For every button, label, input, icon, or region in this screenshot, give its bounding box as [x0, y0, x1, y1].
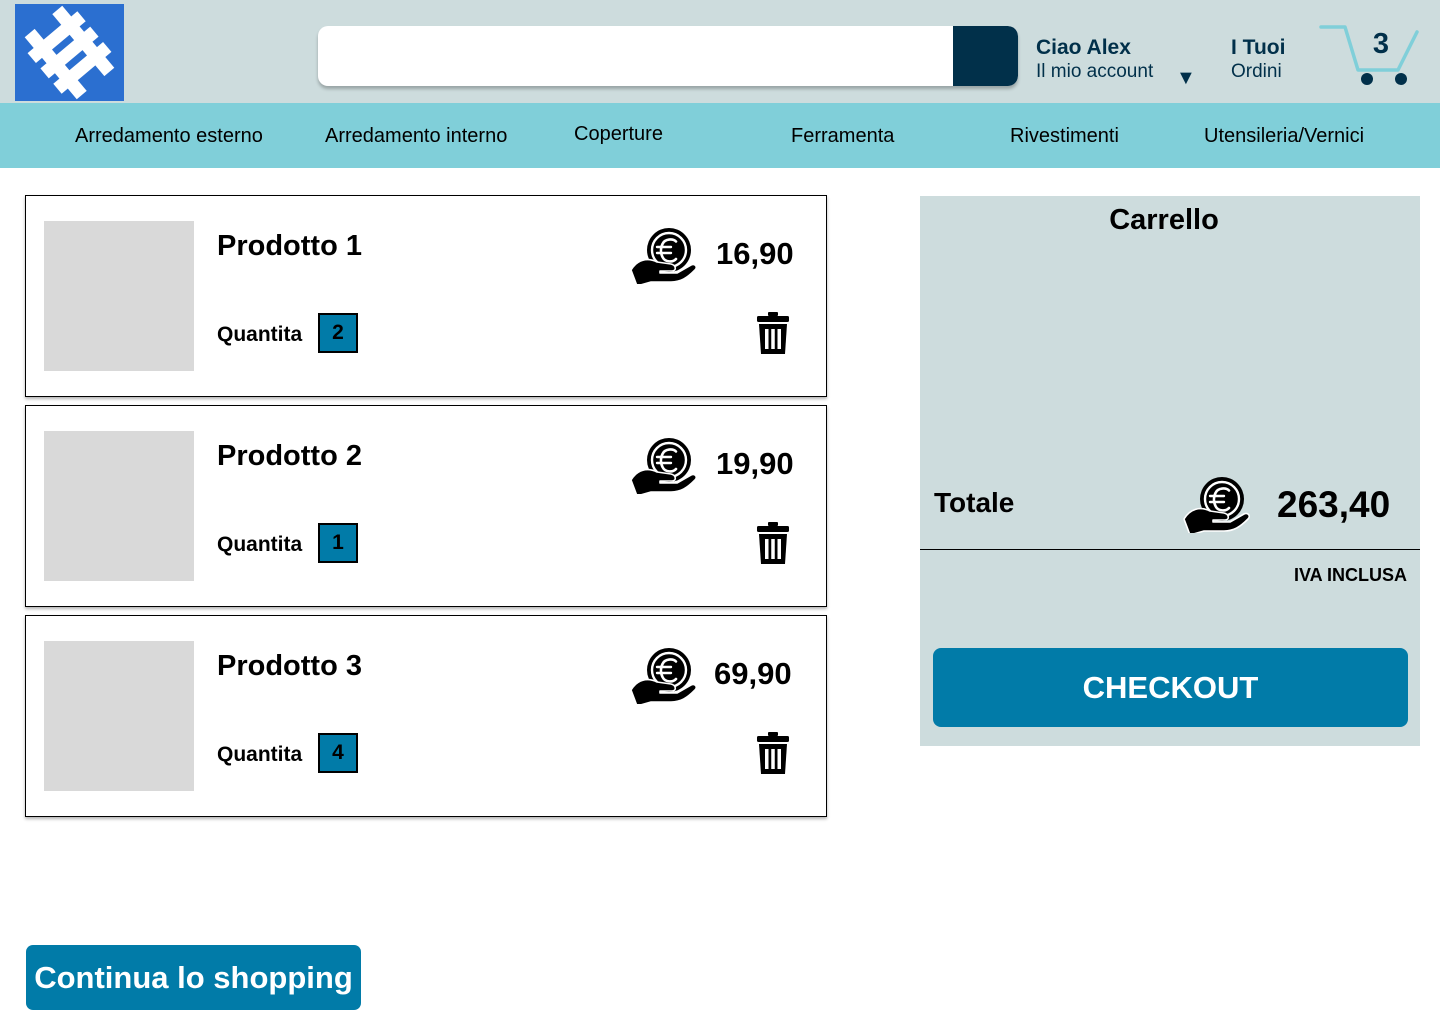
euro-hand-icon [629, 436, 699, 494]
total-value: 263,40 [1277, 484, 1391, 525]
account-menu[interactable]: Ciao Alex Il mio account ▼ [1036, 36, 1206, 89]
quantity-label: Quantita [217, 533, 303, 556]
cart-item-card: Prodotto 2 Quantita 1 19,90 [25, 405, 827, 607]
product-price: 69,90 [714, 656, 792, 691]
continue-shopping-button[interactable]: Continua lo shopping [26, 945, 361, 1010]
quantity-field[interactable]: 2 [318, 313, 358, 353]
orders-label-line1: I Tuoi [1231, 36, 1286, 59]
product-price: 19,90 [716, 446, 794, 481]
product-name[interactable]: Prodotto 2 [217, 440, 362, 473]
account-greeting: Ciao Alex [1036, 36, 1131, 59]
trash-icon[interactable] [756, 732, 790, 774]
search-input[interactable] [318, 26, 953, 86]
product-image-placeholder[interactable] [44, 221, 194, 371]
cart-summary-title: Carrello [1109, 204, 1219, 236]
nav-item-arredamento-interno[interactable]: Arredamento interno [325, 125, 507, 148]
product-name[interactable]: Prodotto 3 [217, 650, 362, 683]
nav-item-arredamento-esterno[interactable]: Arredamento esterno [75, 125, 263, 148]
brand-logo-icon[interactable] [15, 4, 124, 101]
nav-item-rivestimenti[interactable]: Rivestimenti [1010, 125, 1119, 148]
nav-item-utensileria-vernici[interactable]: Utensileria/Vernici [1204, 125, 1364, 148]
trash-icon[interactable] [756, 312, 790, 354]
total-label: Totale [934, 487, 1015, 518]
product-price: 16,90 [716, 236, 794, 271]
quantity-label: Quantita [217, 743, 303, 766]
product-image-placeholder[interactable] [44, 641, 194, 791]
euro-hand-icon [1182, 475, 1252, 533]
orders-label-line2: Ordini [1231, 61, 1282, 82]
cart-count-badge: 3 [1372, 28, 1390, 60]
trash-icon[interactable] [756, 522, 790, 564]
product-name[interactable]: Prodotto 1 [217, 230, 362, 263]
euro-hand-icon [629, 226, 699, 284]
vat-note: IVA INCLUSA [1293, 565, 1407, 585]
search-button[interactable] [953, 26, 1018, 86]
search-bar [318, 26, 1018, 86]
caret-down-icon[interactable]: ▼ [1176, 67, 1196, 90]
top-header: Ciao Alex Il mio account ▼ I Tuoi Ordini… [0, 0, 1440, 103]
quantity-label: Quantita [217, 323, 303, 346]
cart-item-card: Prodotto 3 Quantita 4 69,90 [25, 615, 827, 817]
quantity-field[interactable]: 4 [318, 733, 358, 773]
summary-divider [920, 549, 1420, 550]
nav-item-ferramenta[interactable]: Ferramenta [791, 125, 894, 148]
orders-link[interactable]: I Tuoi Ordini [1231, 36, 1311, 83]
cart-item-card: Prodotto 1 Quantita 2 16,90 [25, 195, 827, 397]
quantity-field[interactable]: 1 [318, 523, 358, 563]
cart-summary-panel: Carrello Totale 263,40 IVA INCLUSA CHECK… [920, 196, 1420, 746]
product-image-placeholder[interactable] [44, 431, 194, 581]
euro-hand-icon [629, 646, 699, 704]
nav-item-coperture[interactable]: Coperture [574, 123, 663, 146]
category-nav: Arredamento esterno Arredamento interno … [0, 103, 1440, 168]
checkout-button[interactable]: CHECKOUT [933, 648, 1408, 727]
